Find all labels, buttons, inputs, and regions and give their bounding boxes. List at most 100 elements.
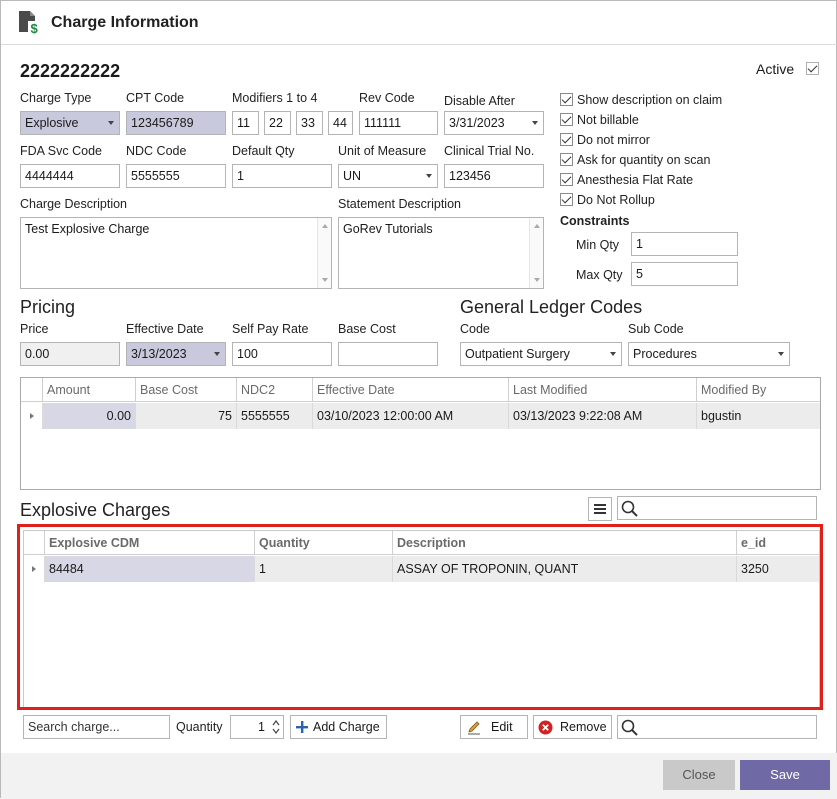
add-charge-label: Add Charge [313,720,380,734]
save-button[interactable]: Save [740,760,830,790]
cpt-code-field[interactable]: 123456789 [126,111,226,135]
edit-button[interactable]: Edit [460,715,528,739]
modifier-3-field[interactable]: 33 [296,111,323,135]
not-billable-label: Not billable [577,113,639,127]
active-checkbox[interactable] [806,62,819,75]
anesthesia-flat-rate-label: Anesthesia Flat Rate [577,173,694,187]
cell-amount[interactable]: 0.00 [43,403,136,429]
row-indicator [21,403,43,429]
ledger-sub-code-value: Procedures [633,347,697,361]
cell-base-cost[interactable]: 75 [136,403,237,429]
cell-effective-date[interactable]: 03/10/2023 12:00:00 AM [313,403,509,429]
show-description-label: Show description on claim [577,93,723,107]
cell-last-modified[interactable]: 03/13/2023 9:22:08 AM [509,403,697,429]
ledger-sub-code-select[interactable]: Procedures [628,342,790,366]
pencil-icon [468,721,480,735]
statement-description-textarea[interactable]: GoRev Tutorials [338,217,544,289]
ledger-sub-code-label: Sub Code [628,322,684,336]
cell-modified-by[interactable]: bgustin [697,403,820,429]
effective-date-value: 3/13/2023 [131,347,187,361]
edit-label: Edit [491,720,513,734]
scrollbar[interactable] [529,218,543,288]
price-label: Price [20,322,49,336]
charge-description-label: Charge Description [20,197,127,211]
base-cost-label: Base Cost [338,322,396,336]
charge-information-window: $ Charge Information 2222222222 Active C… [0,0,837,799]
anesthesia-flat-rate-checkbox[interactable] [560,173,573,186]
menu-button[interactable] [588,497,612,521]
column-modified-by[interactable]: Modified By [697,378,820,402]
ledger-code-value: Outpatient Surgery [465,347,570,361]
quantity-value: 1 [258,720,265,734]
column-ndc2[interactable]: NDC2 [237,378,313,402]
chevron-down-icon [108,121,114,125]
fda-svc-code-field[interactable]: 4444444 [20,164,120,188]
default-qty-field[interactable]: 1 [232,164,332,188]
grid-search-input[interactable] [617,496,817,520]
min-qty-label: Min Qty [576,238,620,252]
self-pay-field[interactable]: 100 [232,342,332,366]
ask-quantity-label: Ask for quantity on scan [577,153,711,167]
pricing-grid: Amount Base Cost NDC2 Effective Date Las… [20,377,821,490]
statement-description-label: Statement Description [338,197,461,211]
explosive-charges-heading: Explosive Charges [20,500,171,520]
not-billable-checkbox[interactable] [560,113,573,126]
ask-quantity-checkbox[interactable] [560,153,573,166]
charge-description-textarea[interactable]: Test Explosive Charge [20,217,332,289]
remove-icon [538,720,553,735]
min-qty-field[interactable]: 1 [631,232,738,256]
clinical-trial-field[interactable]: 123456 [444,164,544,188]
column-effective-date[interactable]: Effective Date [313,378,509,402]
close-button[interactable]: Close [663,760,735,790]
bottom-search-input[interactable] [617,715,817,739]
ndc-code-label: NDC Code [126,144,187,158]
disable-after-date[interactable]: 3/31/2023 [444,111,544,135]
charge-description-value: Test Explosive Charge [25,222,150,236]
modifier-2-field[interactable]: 22 [264,111,291,135]
cell-ndc2[interactable]: 5555555 [237,403,313,429]
quantity-label: Quantity [176,720,223,734]
search-charge-input[interactable]: Search charge... [23,715,170,739]
chevron-down-icon [778,352,784,356]
column-base-cost[interactable]: Base Cost [136,378,237,402]
max-qty-field[interactable]: 5 [631,262,738,286]
show-description-checkbox[interactable] [560,93,573,106]
column-amount[interactable]: Amount [43,378,136,402]
ndc-code-field[interactable]: 5555555 [126,164,226,188]
scrollbar[interactable] [317,218,331,288]
column-last-modified[interactable]: Last Modified [509,378,697,402]
statement-description-value: GoRev Tutorials [343,222,433,236]
rev-code-label: Rev Code [359,91,415,105]
title-bar: $ Charge Information [1,1,837,45]
modifiers-label: Modifiers 1 to 4 [232,91,318,105]
charge-type-select[interactable]: Explosive [20,111,120,135]
remove-button[interactable]: Remove [533,715,612,739]
do-not-mirror-checkbox[interactable] [560,133,573,146]
unit-of-measure-label: Unit of Measure [338,144,427,158]
search-icon [621,719,638,736]
quantity-stepper[interactable]: 1 [230,715,284,739]
remove-label: Remove [560,720,607,734]
price-field[interactable]: 0.00 [20,342,120,366]
do-not-rollup-checkbox[interactable] [560,193,573,206]
charge-type-value: Explosive [25,116,79,130]
row-pointer-icon [30,413,34,419]
default-qty-label: Default Qty [232,144,295,158]
effective-date-picker[interactable]: 3/13/2023 [126,342,226,366]
unit-of-measure-select[interactable]: UN [338,164,438,188]
fda-svc-code-label: FDA Svc Code [20,144,102,158]
row-header-column [21,378,43,402]
dialog-footer: Close Save [1,753,837,799]
rev-code-field[interactable]: 111111 [359,111,438,135]
max-qty-label: Max Qty [576,268,623,282]
cpt-code-label: CPT Code [126,91,185,105]
spinner-arrows-icon[interactable] [271,719,281,735]
do-not-rollup-label: Do Not Rollup [577,193,655,207]
disable-after-label: Disable After [444,94,515,108]
base-cost-field[interactable] [338,342,438,366]
modifier-1-field[interactable]: 11 [232,111,259,135]
add-charge-button[interactable]: Add Charge [290,715,387,739]
ledger-code-select[interactable]: Outpatient Surgery [460,342,622,366]
search-icon [621,500,638,517]
modifier-4-field[interactable]: 44 [328,111,353,135]
